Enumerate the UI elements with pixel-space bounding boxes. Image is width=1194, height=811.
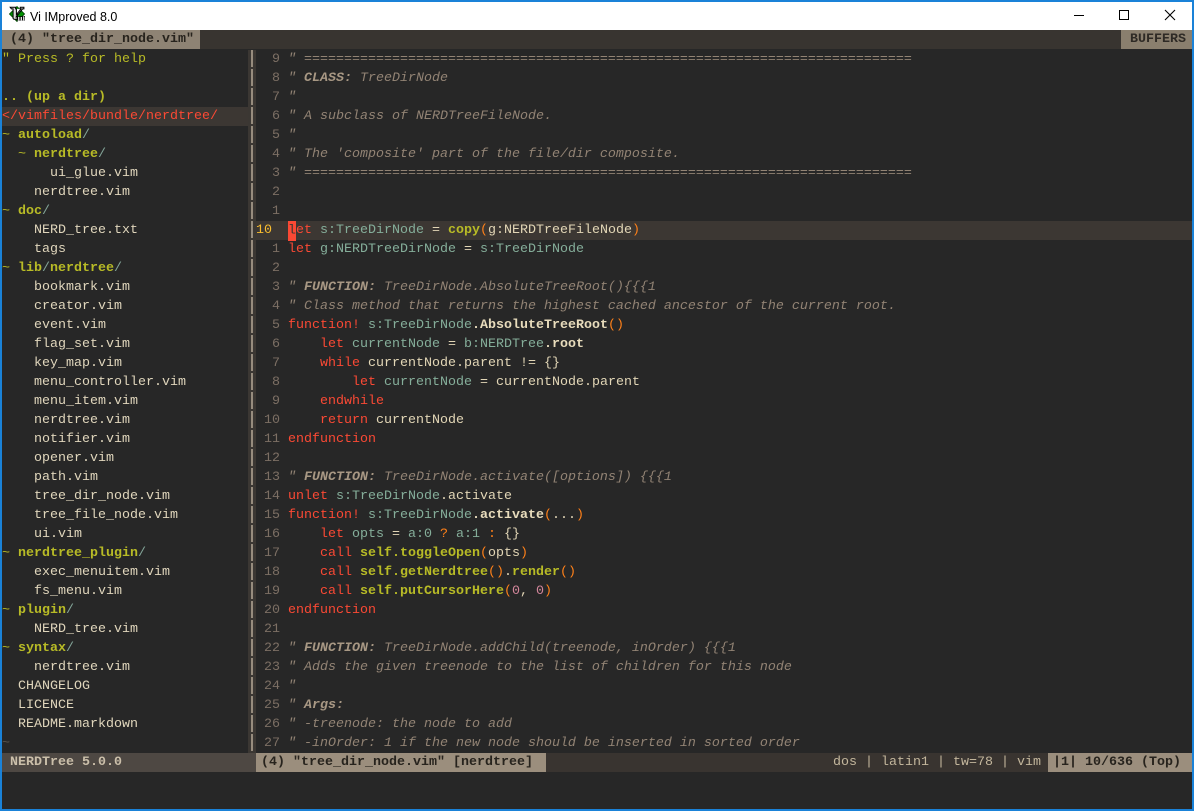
svg-text:im: im	[16, 13, 25, 22]
